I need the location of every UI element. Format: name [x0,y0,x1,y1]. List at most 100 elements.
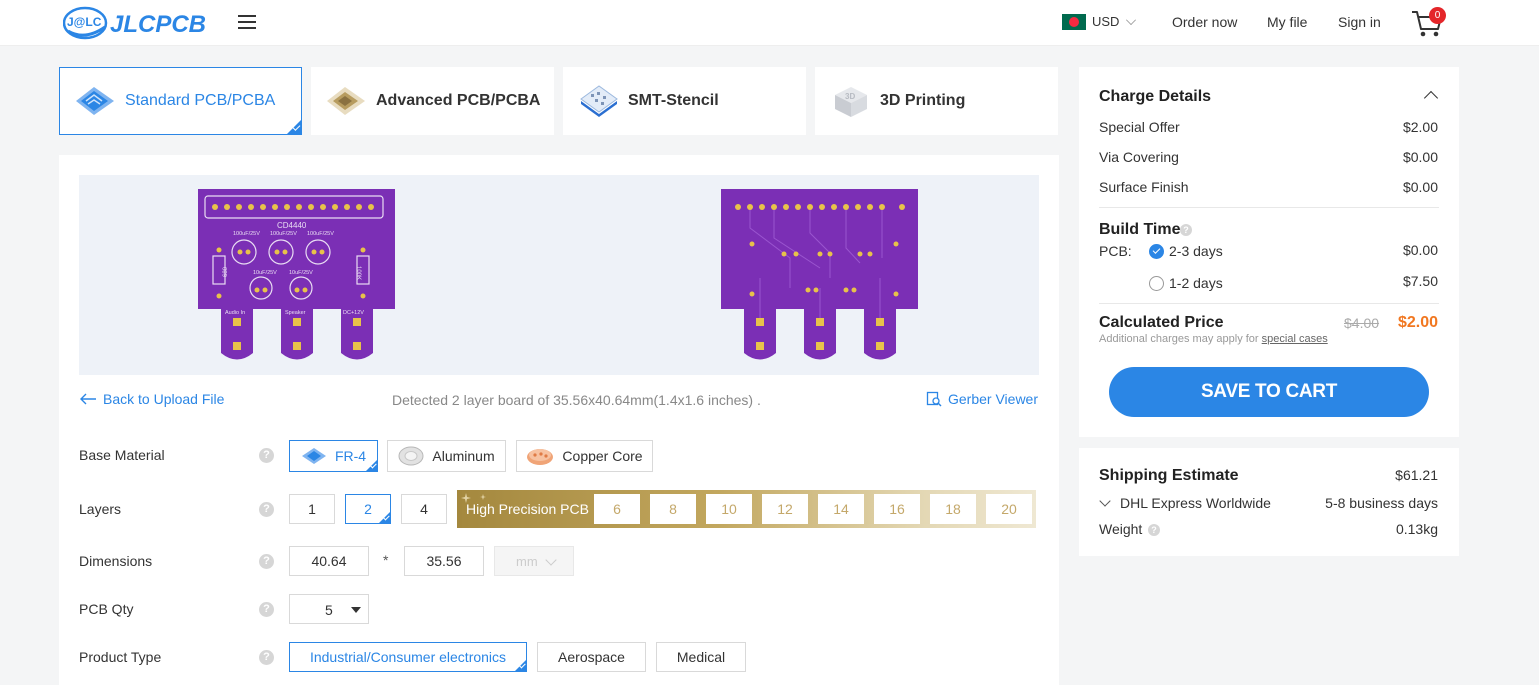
option-label: FR-4 [334,448,367,464]
layers-option-18[interactable]: 18 [930,494,976,524]
dimension-separator: * [383,552,389,568]
charge-item-value: $2.00 [1402,119,1438,135]
advanced-pcb-icon [327,87,365,115]
pcb-qty-select[interactable]: 5 [289,594,369,624]
layers-option-12[interactable]: 12 [762,494,808,524]
help-icon[interactable]: ? [259,502,274,517]
dimension-width-input[interactable]: 40.64 [289,546,369,576]
pcb-qty-value: 5 [325,602,333,618]
tab-advanced-pcb[interactable]: Advanced PCB/PCBA [311,67,554,135]
selected-check-icon [515,660,526,671]
tab-standard-pcb[interactable]: Standard PCB/PCBA [59,67,302,135]
pcb-qty-label: PCB Qty [79,601,134,617]
build-time-option-label[interactable]: 1-2 days [1169,275,1223,291]
build-time-option-label[interactable]: 2-3 days [1169,243,1223,259]
build-time-1-2-days-radio[interactable] [1149,276,1164,291]
help-icon[interactable]: ? [259,602,274,617]
build-time-2-3-days-radio[interactable] [1149,244,1164,259]
product-type-aerospace-option[interactable]: Aerospace [537,642,646,672]
layers-option-4[interactable]: 4 [401,494,447,524]
original-price: $4.00 [1344,315,1380,331]
help-icon[interactable]: ? [259,554,274,569]
silkscreen-label: DC+12V [343,310,364,316]
help-icon[interactable]: ? [1180,224,1192,236]
shipping-estimate-title: Shipping Estimate [1099,467,1239,484]
selected-check-icon [379,512,390,523]
logo-wordmark: JLCPCB [110,11,206,38]
special-cases-link[interactable]: special cases [1262,333,1328,345]
divider [1099,207,1439,208]
charge-item-value: $0.00 [1402,179,1438,195]
base-material-aluminum-option[interactable]: Aluminum [387,440,506,472]
smt-stencil-icon [580,85,618,117]
pcb-bottom-view-image [721,189,918,360]
svg-text:3D: 3D [845,92,855,101]
dimension-unit-select[interactable]: mm [494,546,574,576]
silkscreen-label: 100uF/25V [233,231,260,237]
base-material-fr4-option[interactable]: FR-4 [289,440,378,472]
order-now-link[interactable]: Order now [1172,14,1237,30]
gerber-viewer-link[interactable]: Gerber Viewer [926,391,1038,407]
product-type-industrial-option[interactable]: Industrial/Consumer electronics [289,642,527,672]
charge-item-value: $0.00 [1402,149,1438,165]
silkscreen-label: 680 [223,266,229,277]
build-time-title: Build Time [1099,221,1181,238]
tab-label: Advanced PCB/PCBA [376,92,541,109]
bangladesh-flag-icon[interactable] [1062,14,1086,30]
help-icon[interactable]: ? [259,650,274,665]
silkscreen-label: 10uF/25V [289,270,313,276]
layers-option-2[interactable]: 2 [345,494,391,524]
back-to-upload-link[interactable]: Back to Upload File [79,391,224,407]
gerber-viewer-icon [926,391,942,407]
shipping-method[interactable]: DHL Express Worldwide [1120,495,1271,511]
tab-label: Standard PCB/PCBA [125,92,276,109]
layers-option-6[interactable]: 6 [594,494,640,524]
base-material-copper-core-option[interactable]: Copper Core [516,440,653,472]
hamburger-menu-icon[interactable] [238,13,256,31]
layers-option-8[interactable]: 8 [650,494,696,524]
save-to-cart-button[interactable]: SAVE TO CART [1109,367,1429,417]
chevron-down-icon [545,554,557,566]
logo-badge-text: J@LC [67,15,102,29]
my-file-link[interactable]: My file [1267,14,1307,30]
charge-details-title: Charge Details [1099,88,1212,105]
layers-option-20[interactable]: 20 [986,494,1032,524]
silkscreen-label: 100K [355,266,361,280]
silkscreen-label: Audio In [225,310,245,316]
silkscreen-label: 100uF/25V [307,231,334,237]
silkscreen-label: CD4440 [277,221,307,230]
charge-item-label: Via Covering [1099,149,1179,165]
dimension-height-input[interactable]: 35.56 [404,546,484,576]
layers-label: Layers [79,501,122,517]
sign-in-link[interactable]: Sign in [1338,14,1381,30]
tab-smt-stencil[interactable]: SMT-Stencil [563,67,806,135]
help-icon[interactable]: ? [259,448,274,463]
weight-value: 0.13kg [1395,521,1438,537]
back-to-upload-label: Back to Upload File [103,391,225,407]
layers-option-1[interactable]: 1 [289,494,335,524]
currency-selector[interactable]: USD [1092,14,1119,29]
divider [1099,303,1439,304]
option-label: Industrial/Consumer electronics [309,649,507,665]
cart-count-badge: 0 [1429,7,1446,24]
product-type-medical-option[interactable]: Medical [656,642,746,672]
option-label: Aluminum [432,448,495,464]
tab-3d-printing[interactable]: 3D 3D Printing [815,67,1058,135]
build-time-option-price: $7.50 [1402,273,1438,289]
silkscreen-label: 100uF/25V [270,231,297,237]
layers-option-14[interactable]: 14 [818,494,864,524]
shipping-price: $61.21 [1395,467,1438,483]
help-icon[interactable]: ? [1148,524,1160,536]
base-material-label: Base Material [79,447,165,463]
weight-label: Weight [1099,521,1143,537]
top-nav-bar [0,0,1539,46]
layers-option-16[interactable]: 16 [874,494,920,524]
shipping-time: 5-8 business days [1325,495,1438,511]
jlcpcb-logo[interactable]: J@LC JLCPCB [63,5,213,41]
product-type-label: Product Type [79,649,162,665]
discounted-price: $2.00 [1398,314,1439,331]
build-time-option-price: $0.00 [1402,242,1438,258]
selected-check-icon [287,120,301,134]
layers-option-10[interactable]: 10 [706,494,752,524]
gerber-viewer-label: Gerber Viewer [948,391,1039,407]
